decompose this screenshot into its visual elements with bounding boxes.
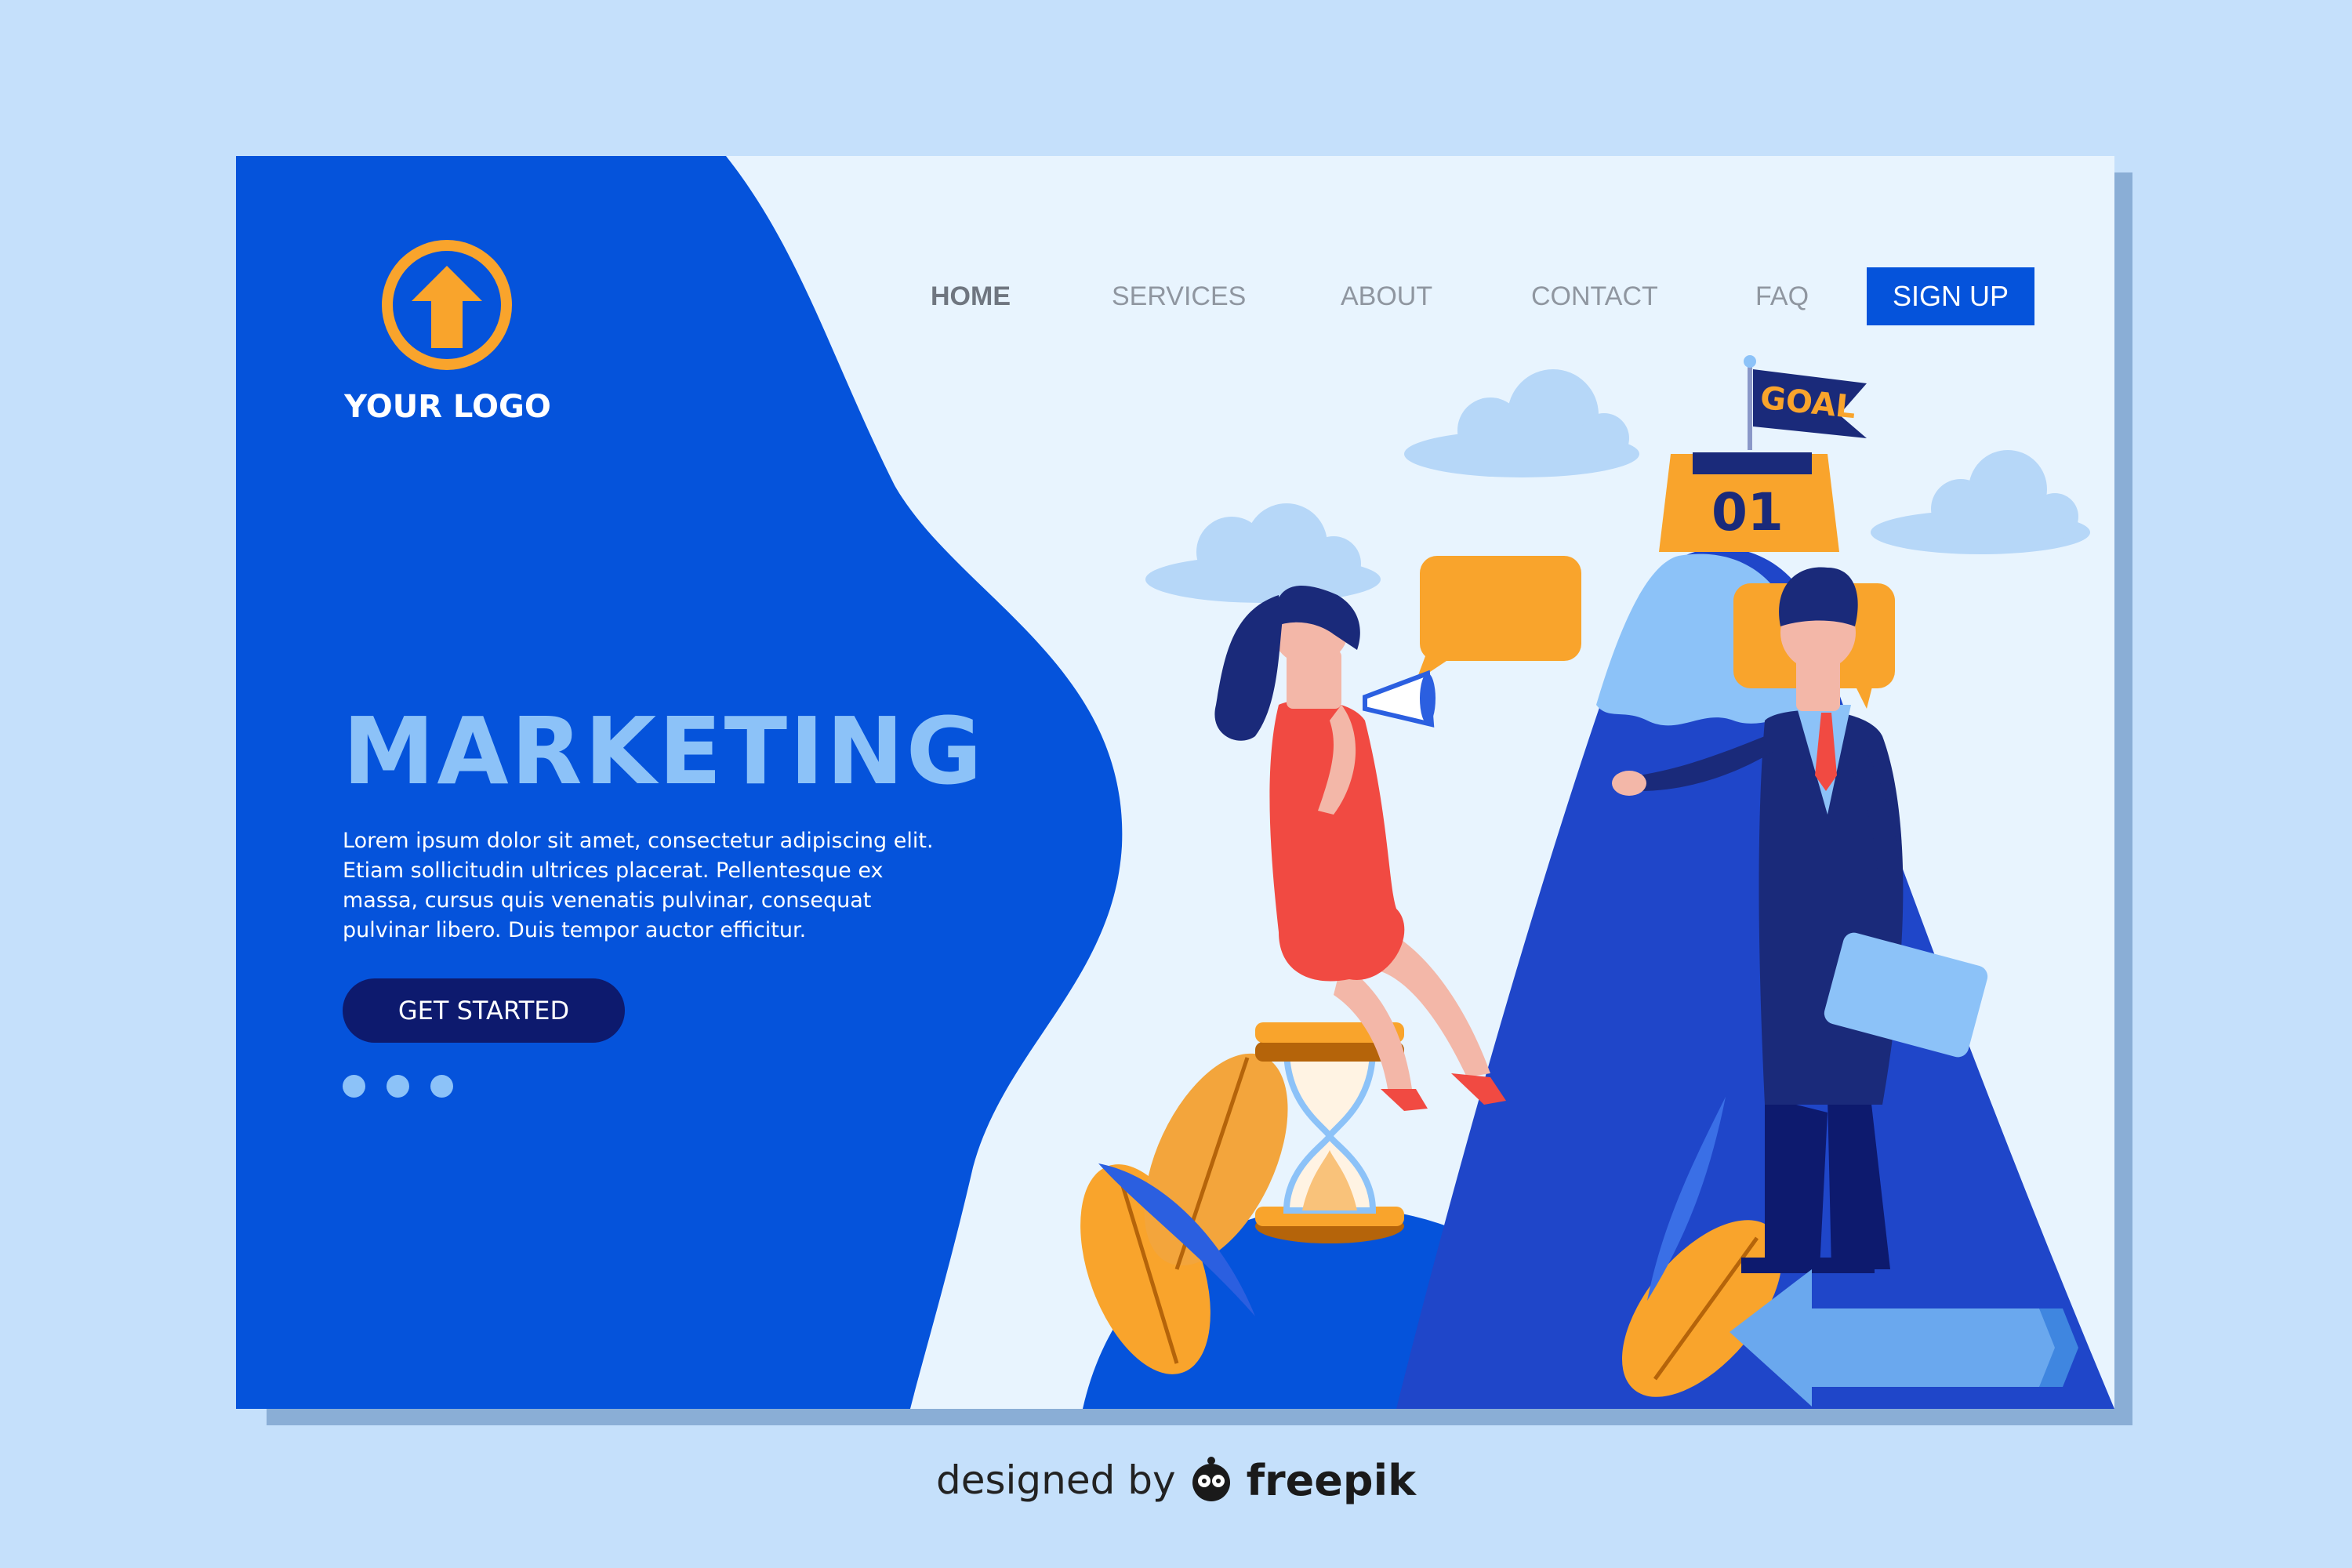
nav-home[interactable]: HOME: [931, 281, 1011, 312]
landing-page-card: YOUR LOGO HOME SERVICES ABOUT CONTACT FA…: [236, 156, 2114, 1409]
cloud-2: [1404, 369, 1639, 477]
carousel-dot-1[interactable]: [343, 1075, 365, 1098]
carousel-dot-2[interactable]: [387, 1075, 409, 1098]
nav-contact[interactable]: CONTACT: [1531, 281, 1658, 312]
carousel-dots: [343, 1075, 453, 1098]
get-started-button[interactable]: GET STARTED: [343, 978, 625, 1043]
designed-by-text: designed by: [935, 1457, 1176, 1503]
footer-credit: designed by freepik: [0, 1449, 2352, 1512]
hero-description: Lorem ipsum dolor sit amet, consectetur …: [343, 829, 934, 942]
cloud-1: [1145, 503, 1381, 603]
freepik-logo-icon: [1192, 1457, 1230, 1501]
sign-up-button[interactable]: SIGN UP: [1867, 267, 2034, 325]
hero-title: MARKETING: [343, 697, 985, 805]
carousel-dot-3[interactable]: [430, 1075, 453, 1098]
cloud-3: [1871, 450, 2090, 554]
calendar-number: 01: [1711, 482, 1784, 543]
nav-about[interactable]: ABOUT: [1341, 281, 1432, 312]
nav-services[interactable]: SERVICES: [1112, 281, 1246, 312]
logo-text: YOUR LOGO: [344, 389, 551, 425]
top-navigation: HOME SERVICES ABOUT CONTACT FAQ SIGN UP: [236, 266, 2114, 328]
speech-bubble-left: [1420, 556, 1581, 661]
freepik-brand[interactable]: freepik: [1247, 1456, 1416, 1505]
nav-faq[interactable]: FAQ: [1755, 281, 1809, 312]
